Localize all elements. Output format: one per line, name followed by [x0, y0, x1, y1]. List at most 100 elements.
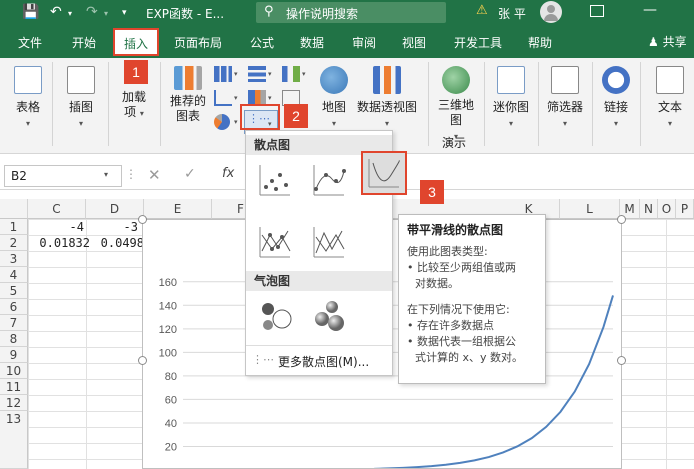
- row-header[interactable]: 7: [0, 315, 28, 331]
- column-header[interactable]: D: [86, 199, 144, 219]
- enter-icon[interactable]: ✓: [184, 166, 196, 182]
- tab-file[interactable]: 文件: [18, 33, 42, 53]
- tab-view[interactable]: 视图: [402, 33, 426, 53]
- waterfall-chart-icon[interactable]: [282, 66, 300, 82]
- addins-button[interactable]: 加载项 ▾: [116, 90, 152, 121]
- statistic-chart-dropdown-icon[interactable]: ▾: [268, 94, 272, 102]
- line-chart-dropdown-icon[interactable]: ▾: [234, 94, 238, 102]
- resize-handle[interactable]: [617, 215, 626, 224]
- tab-data[interactable]: 数据: [300, 33, 324, 53]
- row-header[interactable]: 6: [0, 299, 28, 315]
- filter-label: 筛选器: [546, 100, 583, 114]
- row-header[interactable]: 11: [0, 379, 28, 395]
- pivotchart-icon: [373, 66, 401, 94]
- tab-insert[interactable]: 插入: [113, 28, 159, 56]
- undo-dropdown-icon[interactable]: ▾: [68, 9, 72, 18]
- tooltip-line: 使用此图表类型:: [407, 245, 488, 258]
- column-header[interactable]: C: [28, 199, 86, 219]
- line-chart-icon[interactable]: [214, 90, 232, 106]
- more-scatter-charts-link[interactable]: 更多散点图(M)...: [278, 353, 369, 370]
- scatter-smooth-markers-icon[interactable]: [310, 161, 348, 199]
- table-button[interactable]: 表格 ▾: [8, 66, 48, 129]
- scatter-button-highlight: [240, 104, 280, 130]
- user-name[interactable]: 张 平: [498, 5, 526, 22]
- filter-button[interactable]: 筛选器 ▾: [544, 66, 586, 129]
- search-box[interactable]: ⚲ 操作说明搜索: [256, 2, 446, 23]
- link-button[interactable]: 链接 ▾: [598, 66, 634, 129]
- tab-help[interactable]: 帮助: [528, 33, 552, 53]
- pie-chart-dropdown-icon[interactable]: ▾: [234, 118, 238, 126]
- scatter-straight-lines-icon[interactable]: [310, 223, 348, 261]
- row-header[interactable]: 1: [0, 219, 28, 235]
- tooltip-title: 带平滑线的散点图: [407, 223, 504, 237]
- tab-page-layout[interactable]: 页面布局: [174, 33, 222, 53]
- group-separator: [160, 62, 161, 146]
- recommended-label-2: 图表: [175, 109, 200, 123]
- save-icon[interactable]: 💾: [22, 4, 39, 20]
- pivotchart-button[interactable]: 数据透视图 ▾: [354, 66, 420, 129]
- cancel-icon[interactable]: ✕: [148, 166, 161, 184]
- scatter-smooth-lines-option[interactable]: [361, 151, 407, 195]
- demo-group-label: 演示: [442, 136, 467, 150]
- column-header[interactable]: P: [676, 199, 694, 219]
- cell-d2[interactable]: 0.0498: [96, 235, 144, 251]
- resize-handle[interactable]: [138, 356, 147, 365]
- scatter-straight-markers-icon[interactable]: [256, 223, 294, 261]
- cell-c1[interactable]: -4: [30, 219, 84, 235]
- tab-home[interactable]: 开始: [72, 33, 96, 53]
- name-box-dropdown-icon[interactable]: ▾: [104, 170, 108, 179]
- tab-review[interactable]: 审阅: [352, 33, 376, 53]
- resize-handle[interactable]: [617, 356, 626, 365]
- row-header[interactable]: 3: [0, 251, 28, 267]
- insert-function-icon[interactable]: fx: [222, 166, 234, 181]
- resize-handle[interactable]: [138, 215, 147, 224]
- redo-dropdown-icon[interactable]: ▾: [104, 9, 108, 18]
- column-header[interactable]: E: [144, 199, 212, 219]
- 3d-map-button[interactable]: 三维地图 ▾: [434, 66, 478, 144]
- 3d-bubble-icon[interactable]: [310, 297, 348, 335]
- undo-icon[interactable]: ↶: [50, 4, 62, 20]
- customize-toolbar-icon[interactable]: ▾: [122, 8, 127, 18]
- ribbon-display-icon[interactable]: [590, 5, 604, 17]
- recommended-charts-button[interactable]: 推荐的 图表: [168, 66, 208, 124]
- column-header[interactable]: N: [640, 199, 658, 219]
- row-header[interactable]: 4: [0, 267, 28, 283]
- cell-d1[interactable]: -3: [88, 219, 138, 235]
- text-button[interactable]: 文本 ▾: [650, 66, 690, 129]
- map-button[interactable]: 地图 ▾: [316, 66, 352, 129]
- waterfall-chart-dropdown-icon[interactable]: ▾: [302, 70, 306, 78]
- tooltip-line: • 数据代表一组根据公: [407, 335, 516, 348]
- column-header[interactable]: O: [658, 199, 676, 219]
- row-header[interactable]: 2: [0, 235, 28, 251]
- scatter-icon[interactable]: [256, 161, 294, 199]
- row-header[interactable]: 9: [0, 347, 28, 363]
- column-chart-dropdown-icon[interactable]: ▾: [234, 70, 238, 78]
- hierarchy-chart-dropdown-icon[interactable]: ▾: [268, 70, 272, 78]
- bubble-icon[interactable]: [256, 297, 294, 335]
- text-label: 文本: [657, 100, 682, 114]
- row-header[interactable]: 12: [0, 395, 28, 411]
- column-chart-icon[interactable]: [214, 66, 232, 82]
- row-header[interactable]: 10: [0, 363, 28, 379]
- hierarchy-chart-icon[interactable]: [248, 66, 266, 82]
- avatar[interactable]: [540, 1, 562, 23]
- row-header[interactable]: 5: [0, 283, 28, 299]
- minimize-icon[interactable]: —: [643, 2, 657, 18]
- group-separator: [52, 62, 53, 146]
- column-header[interactable]: L: [560, 199, 620, 219]
- tab-developer[interactable]: 开发工具: [454, 33, 502, 53]
- row-header[interactable]: 8: [0, 331, 28, 347]
- bubble-section-title: 气泡图: [246, 271, 392, 291]
- tab-formulas[interactable]: 公式: [250, 33, 274, 53]
- select-all-corner[interactable]: [0, 199, 28, 219]
- group-separator: [108, 62, 109, 146]
- share-button[interactable]: ♟ 共享: [648, 33, 687, 50]
- illustration-button[interactable]: 插图 ▾: [60, 66, 102, 129]
- row-header[interactable]: 13: [0, 411, 28, 469]
- pie-chart-icon[interactable]: [214, 114, 230, 130]
- redo-icon[interactable]: ↷: [86, 4, 98, 20]
- more-icon: ⋮: [125, 167, 137, 181]
- sparkline-button[interactable]: 迷你图 ▾: [490, 66, 532, 129]
- cell-c2[interactable]: 0.01832: [30, 235, 90, 251]
- warning-icon[interactable]: ⚠: [476, 3, 488, 18]
